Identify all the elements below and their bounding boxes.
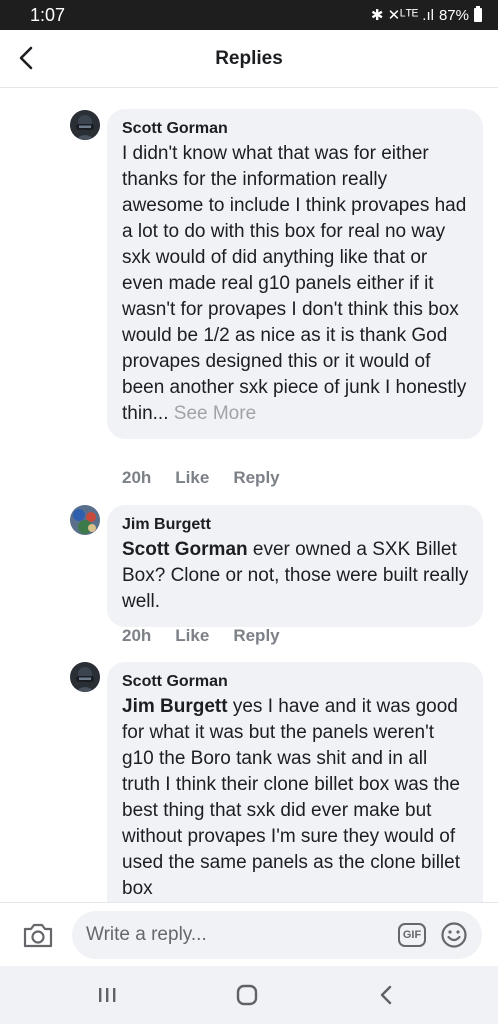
see-more-link[interactable]: See More — [174, 403, 256, 424]
comment-body: yes I have and it was good for what it w… — [122, 696, 460, 899]
mention-link[interactable]: Jim Burgett — [122, 696, 228, 717]
header: Replies — [0, 30, 498, 88]
back-icon — [380, 985, 392, 1005]
home-button[interactable] — [227, 980, 267, 1010]
emoji-button[interactable] — [440, 921, 468, 949]
comment-time: 20h — [122, 468, 152, 487]
comment-bubble[interactable]: Jim Burgett Scott Gorman ever owned a SX… — [107, 505, 483, 627]
battery-percent: 87% — [438, 6, 469, 24]
reply-placeholder: Write a reply... — [86, 924, 207, 945]
comment-bubble[interactable]: Scott Gorman I didn't know what that was… — [107, 109, 483, 439]
battery-icon — [474, 6, 482, 22]
comment-text: I didn't know what that was for either t… — [122, 141, 469, 427]
comment-author[interactable]: Jim Burgett — [122, 515, 469, 535]
status-time: 1:07 — [30, 5, 66, 25]
reply-composer: Write a reply... GIF — [0, 902, 498, 966]
signal-icons: ✱ ✕ᴸᵀᴱ .ıl — [370, 7, 434, 24]
page-title: Replies — [215, 48, 283, 69]
gif-button[interactable]: GIF — [398, 923, 426, 947]
recent-apps-icon — [99, 988, 116, 1002]
status-indicators: ✱ ✕ᴸᵀᴱ .ıl 87% — [371, 6, 482, 24]
comment-text: Jim Burgett yes I have and it was good f… — [122, 694, 469, 902]
reply-button[interactable]: Reply — [233, 626, 279, 646]
previous-comment-actions-clipped — [120, 86, 280, 92]
avatar[interactable] — [70, 110, 100, 140]
comment-actions: 20h Like Reply — [122, 626, 280, 646]
comment-author[interactable]: Scott Gorman — [122, 119, 469, 139]
comment-bubble[interactable]: Scott Gorman Jim Burgett yes I have and … — [107, 662, 483, 922]
comment-author[interactable]: Scott Gorman — [122, 672, 469, 692]
recent-apps-button[interactable] — [87, 980, 127, 1010]
comment-actions: 20h Like Reply — [122, 468, 280, 488]
camera-button[interactable] — [22, 921, 54, 949]
avatar[interactable] — [70, 505, 100, 535]
like-button[interactable]: Like — [175, 626, 209, 646]
comment-text: Scott Gorman ever owned a SXK Billet Box… — [122, 537, 469, 615]
emoji-icon — [441, 922, 467, 948]
camera-icon — [23, 923, 53, 948]
home-icon — [236, 984, 258, 1006]
avatar[interactable] — [70, 662, 100, 692]
comment-time: 20h — [122, 626, 152, 645]
reply-button[interactable]: Reply — [233, 468, 279, 488]
like-button[interactable]: Like — [175, 468, 209, 488]
status-bar: 1:07 ✱ ✕ᴸᵀᴱ .ıl 87% — [0, 0, 498, 30]
mention-link[interactable]: Scott Gorman — [122, 539, 248, 560]
back-nav-button[interactable] — [366, 980, 406, 1010]
reply-input[interactable]: Write a reply... GIF — [72, 911, 482, 959]
system-nav-bar — [0, 966, 498, 1024]
comment-body: I didn't know what that was for either t… — [122, 143, 467, 424]
